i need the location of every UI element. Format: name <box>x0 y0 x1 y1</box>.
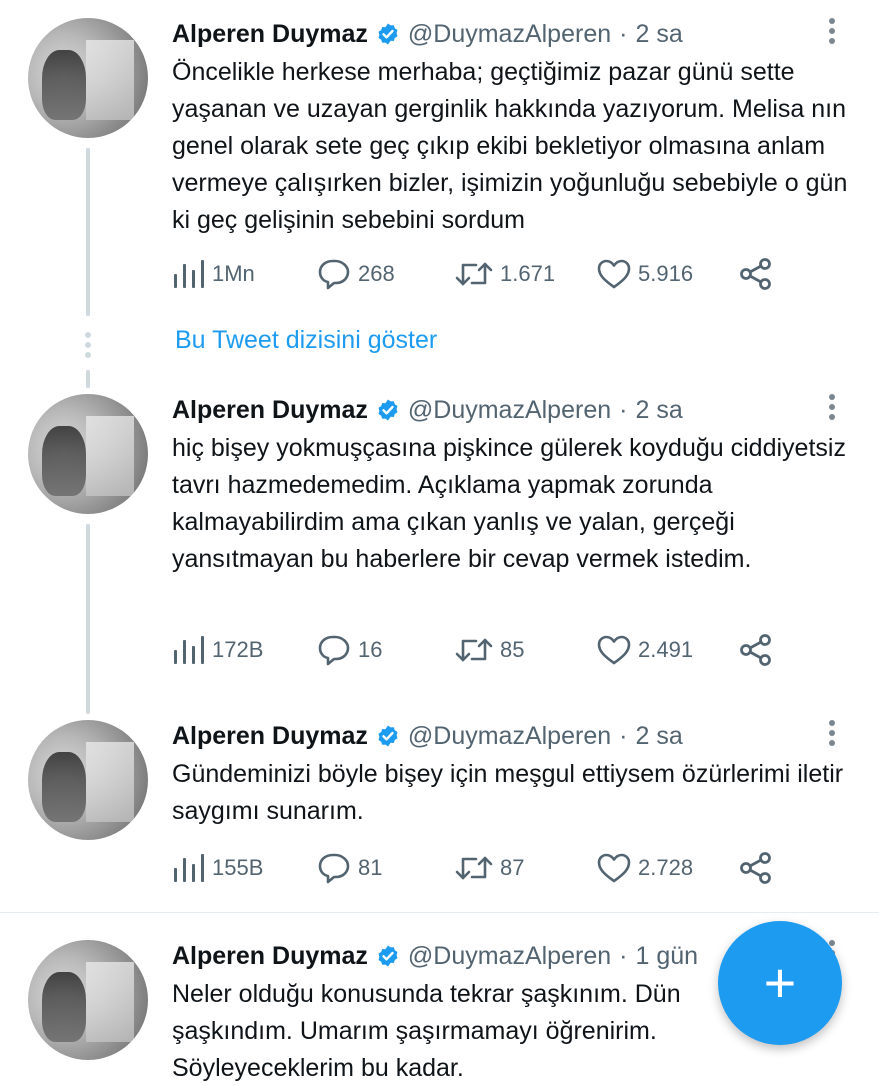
tweet-text: Gündeminizi böyle bişey için meşgul etti… <box>172 760 844 825</box>
views-icon <box>174 260 204 288</box>
like-count: 2.491 <box>638 637 694 662</box>
handle[interactable]: @DuymazAlperen <box>408 20 611 49</box>
reply-icon <box>318 259 350 290</box>
share-icon <box>740 852 771 884</box>
like-button[interactable]: 2.491 <box>596 630 693 670</box>
retweet-button[interactable]: 85 <box>454 630 524 670</box>
thread-line <box>86 370 90 388</box>
tweet-actions: 172B 16 85 2.491 <box>172 630 782 670</box>
handle[interactable]: @DuymazAlperen <box>408 396 611 425</box>
verified-icon <box>378 23 398 45</box>
like-button[interactable]: 2.728 <box>596 848 693 888</box>
retweet-icon <box>455 262 493 286</box>
views-button[interactable]: 155B <box>172 848 263 888</box>
avatar[interactable] <box>28 720 148 840</box>
handle[interactable]: @DuymazAlperen <box>408 722 611 751</box>
handle[interactable]: @DuymazAlperen <box>408 942 611 971</box>
views-button[interactable]: 1Mn <box>172 254 255 294</box>
separator-dot: · <box>619 941 628 970</box>
separator-dot: · <box>619 395 628 424</box>
timestamp[interactable]: 1 gün <box>635 942 698 971</box>
retweet-icon <box>455 856 493 880</box>
tweet-header: Alperen Duymaz @DuymazAlperen · 2 sa <box>172 716 683 756</box>
views-icon <box>174 854 204 882</box>
separator-dot: · <box>619 721 628 750</box>
reply-icon <box>318 635 350 666</box>
tweet-text: hiç bişey yokmuşçasına pişkince gülerek … <box>172 434 846 573</box>
views-count: 155B <box>212 855 264 880</box>
like-icon <box>597 259 631 289</box>
retweet-button[interactable]: 1.671 <box>454 254 555 294</box>
views-count: 1Mn <box>212 261 255 286</box>
retweet-count: 87 <box>500 855 525 880</box>
more-icon[interactable] <box>826 14 838 50</box>
avatar[interactable] <box>28 394 148 514</box>
thread-gap-dots <box>84 332 92 362</box>
share-button[interactable] <box>738 254 780 294</box>
divider <box>0 912 879 913</box>
reply-count: 268 <box>358 261 395 286</box>
like-icon <box>597 853 631 883</box>
tweet-header: Alperen Duymaz @DuymazAlperen · 2 sa <box>172 14 683 54</box>
avatar[interactable] <box>28 18 148 138</box>
display-name[interactable]: Alperen Duymaz <box>172 942 368 971</box>
retweet-count: 85 <box>500 637 525 662</box>
share-icon <box>740 634 771 666</box>
thread-line <box>86 524 90 714</box>
share-button[interactable] <box>738 848 780 888</box>
tweet-header: Alperen Duymaz @DuymazAlperen · 2 sa <box>172 390 683 430</box>
verified-icon <box>378 399 398 421</box>
retweet-icon <box>455 638 493 662</box>
verified-icon <box>378 945 398 967</box>
timestamp[interactable]: 2 sa <box>635 396 682 425</box>
views-icon <box>174 636 204 664</box>
retweet-button[interactable]: 87 <box>454 848 524 888</box>
tweet-actions: 155B 81 87 2.728 <box>172 848 782 888</box>
like-count: 5.916 <box>638 261 694 286</box>
reply-button[interactable]: 268 <box>316 254 395 294</box>
more-icon[interactable] <box>826 390 838 426</box>
reply-count: 16 <box>358 637 383 662</box>
views-button[interactable]: 172B <box>172 630 263 670</box>
timestamp[interactable]: 2 sa <box>635 722 682 751</box>
like-button[interactable]: 5.916 <box>596 254 693 294</box>
display-name[interactable]: Alperen Duymaz <box>172 722 368 751</box>
tweet-text: Neler olduğu konusunda tekrar şaşkınım. … <box>172 980 681 1082</box>
views-count: 172B <box>212 637 264 662</box>
like-icon <box>597 635 631 665</box>
reply-button[interactable]: 81 <box>316 848 382 888</box>
tweet-header: Alperen Duymaz @DuymazAlperen · 1 gün <box>172 936 698 976</box>
share-button[interactable] <box>738 630 780 670</box>
compose-button[interactable]: + <box>718 921 842 1045</box>
show-thread-link[interactable]: Bu Tweet dizisini göster <box>175 326 437 355</box>
share-icon <box>740 258 771 290</box>
display-name[interactable]: Alperen Duymaz <box>172 20 368 49</box>
reply-icon <box>318 853 350 884</box>
like-count: 2.728 <box>638 855 694 880</box>
retweet-count: 1.671 <box>500 261 556 286</box>
more-icon[interactable] <box>826 716 838 752</box>
avatar[interactable] <box>28 940 148 1060</box>
display-name[interactable]: Alperen Duymaz <box>172 396 368 425</box>
compose-icon: + <box>763 951 797 1014</box>
timestamp[interactable]: 2 sa <box>635 20 682 49</box>
reply-button[interactable]: 16 <box>316 630 382 670</box>
thread-line <box>86 148 90 316</box>
verified-icon <box>378 725 398 747</box>
tweet-actions: 1Mn 268 1.671 5.916 <box>172 254 782 294</box>
reply-count: 81 <box>358 855 383 880</box>
separator-dot: · <box>619 19 628 48</box>
tweet-text: Öncelikle herkese merhaba; geçtiğimiz pa… <box>172 58 848 234</box>
